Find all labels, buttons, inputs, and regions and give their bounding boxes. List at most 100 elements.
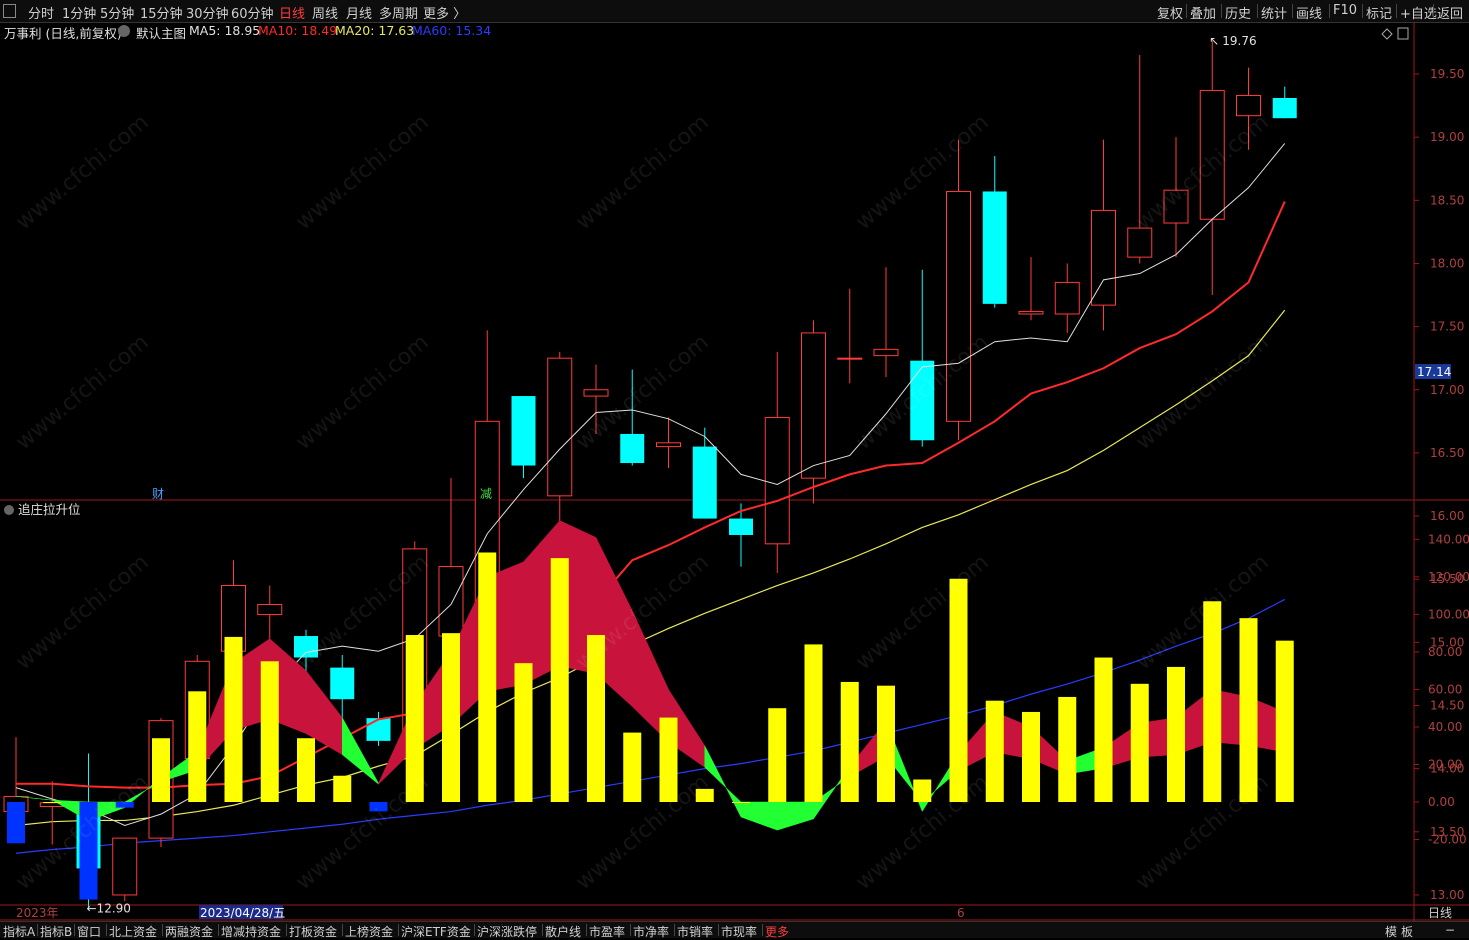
price-tick-label: 16.00 [1430, 509, 1464, 523]
indicator-tick-label: 60.00 [1428, 682, 1462, 696]
period-tab[interactable]: 多周期 [379, 3, 418, 22]
indicator-bar [1203, 601, 1222, 802]
bottom-indicator-bar: 指标A 指标B 窗口 北上资金 两融资金 增减持资金 打板资金 上榜资金 沪深ETF资金 沪深涨跌… [0, 921, 1469, 940]
indicator-tab[interactable]: 散户线 [545, 923, 581, 940]
panel-control-button[interactable]: − [1445, 923, 1455, 937]
period-toolbar: 分时 1分钟 5分钟 15分钟 30分钟 60分钟 日线 周线 月线 多周期 更多 〉 复权 叠加 历史统… [0, 0, 1469, 23]
indicator-tab[interactable]: 两融资金 [165, 923, 213, 940]
period-tab[interactable]: 30分钟 [186, 3, 229, 22]
candle-body-up [656, 442, 681, 448]
indicator-tab[interactable]: 指标A [3, 923, 35, 940]
indicator-bar [7, 802, 25, 844]
event-marker-jian: 减 [480, 487, 492, 501]
period-tab[interactable]: 分时 [28, 3, 54, 22]
candle-body-up [873, 348, 899, 357]
indicator-tab[interactable]: 窗口 [77, 923, 101, 940]
indicator-tick-label: 0.00 [1428, 795, 1455, 809]
candle-body-up [1054, 281, 1080, 315]
period-tab[interactable]: 1分钟 [62, 3, 96, 22]
toolbar-divider [1433, 4, 1434, 18]
indicator-bar [1130, 683, 1149, 802]
period-tab[interactable]: 周线 [312, 3, 338, 22]
indicator-bar [442, 633, 460, 802]
high-arrow-icon: ↖ [1209, 34, 1219, 48]
candle-body-up [583, 389, 609, 397]
toolbar-divider [1362, 4, 1363, 18]
diamond-icon [1381, 28, 1393, 40]
toolbar-button[interactable]: 复权 [1157, 3, 1183, 22]
indicator-tab-divider [674, 924, 675, 936]
time-axis-year: 2023年 [16, 906, 59, 920]
indicator-bar [768, 708, 787, 802]
menu-toggle-icon[interactable] [3, 4, 16, 18]
indicator-tab[interactable]: 市净率 [633, 923, 669, 940]
indicator-tab-divider [542, 924, 543, 936]
event-marker-cai: 财 [152, 487, 164, 501]
indicator-bar [877, 685, 895, 802]
toolbar-button[interactable]: 返回 [1437, 3, 1463, 22]
indicator-tab-divider [718, 924, 719, 936]
indicator-tab-divider [106, 924, 107, 936]
toolbar-button[interactable]: 标记 [1366, 3, 1392, 22]
indicator-tick-label: 20.00 [1428, 757, 1462, 771]
candle-body-up [1018, 310, 1044, 315]
indicator-bar [1275, 640, 1294, 802]
period-tab[interactable]: 60分钟 [231, 3, 274, 22]
indicator-tick-label: 120.00 [1428, 570, 1469, 584]
toolbar-button[interactable]: 叠加 [1190, 3, 1216, 22]
indicator-bar [949, 578, 968, 802]
toolbar-button[interactable]: 画线 [1296, 3, 1322, 22]
indicator-tab-divider [630, 924, 631, 936]
toolbar-button[interactable]: F10 [1333, 3, 1357, 18]
indicator-tab[interactable]: 沪深ETF资金 [401, 923, 471, 940]
indicator-band-segment [777, 801, 814, 831]
price-tick-label: 19.00 [1430, 130, 1464, 144]
indicator-tab-divider [286, 924, 287, 936]
indicator-tab[interactable]: 打板资金 [289, 923, 337, 940]
candle-body-down [692, 446, 717, 519]
toolbar-button[interactable]: 历史 [1225, 3, 1251, 22]
indicator-tab[interactable]: 沪深涨跌停 [477, 923, 537, 940]
period-tab[interactable]: 更多 〉 [423, 3, 466, 22]
indicator-tick-label: 100.00 [1428, 607, 1469, 621]
period-tab[interactable]: 15分钟 [140, 3, 183, 22]
indicator-tab-divider [162, 924, 163, 936]
period-tab[interactable]: 月线 [346, 3, 372, 22]
indicator-tab-divider [762, 924, 763, 936]
indicator-tick-label: 40.00 [1428, 720, 1462, 734]
time-axis-month: 6 [957, 906, 965, 920]
toolbar-divider [1257, 4, 1258, 18]
toolbar-divider [1186, 4, 1187, 18]
indicator-tab[interactable]: 市销率 [677, 923, 713, 940]
indicator-tab[interactable]: 上榜资金 [345, 923, 393, 940]
indicator-bar [732, 802, 750, 803]
price-tick-label: 18.00 [1430, 256, 1464, 270]
period-tab[interactable]: 日线 [279, 3, 305, 22]
indicator-bar [1022, 711, 1040, 802]
indicator-tab[interactable]: 指标B [40, 923, 72, 940]
indicator-bar [260, 661, 279, 802]
candle-body-up [764, 417, 790, 545]
indicator-bar [840, 681, 859, 802]
panel-control-button[interactable]: 模 [1385, 923, 1397, 940]
indicator-title: 追庄拉升位 [18, 502, 81, 517]
indicator-tab[interactable]: 市现率 [721, 923, 757, 940]
candle-body-up [1091, 209, 1116, 306]
indicator-tab-divider [218, 924, 219, 936]
candle-body-up [837, 357, 863, 360]
indicator-bar [623, 732, 642, 802]
panel-control-button[interactable]: 板 [1401, 923, 1413, 940]
indicator-chevron-icon [4, 505, 14, 515]
toolbar-button[interactable]: +自选 [1400, 3, 1437, 22]
indicator-tab[interactable]: 更多 [765, 923, 789, 940]
candle-body-down [729, 518, 753, 535]
indicator-tab[interactable]: 北上资金 [109, 923, 157, 940]
indicator-tab[interactable]: 增减持资金 [221, 923, 281, 940]
price-tick-label: 17.50 [1430, 320, 1464, 334]
toolbar-divider [1396, 4, 1397, 18]
toolbar-button[interactable]: 统计 [1261, 3, 1287, 22]
period-tab[interactable]: 5分钟 [100, 3, 134, 22]
indicator-tab[interactable]: 市盈率 [589, 923, 625, 940]
indicator-tick-label: -20.00 [1428, 833, 1467, 847]
low-price-label: ←12.90 [87, 902, 131, 916]
